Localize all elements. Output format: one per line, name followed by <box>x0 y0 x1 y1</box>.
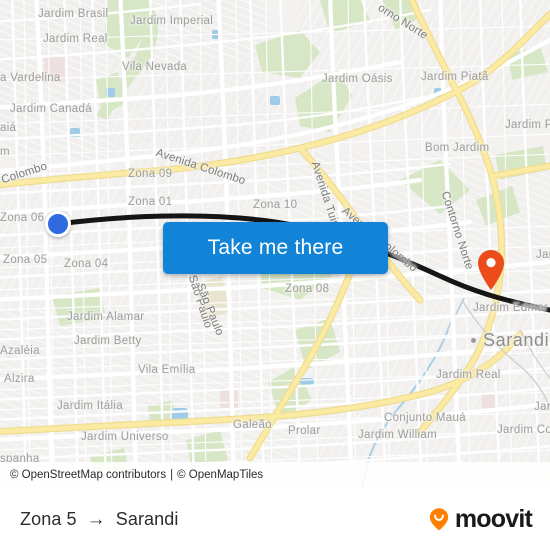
attribution-separator: | <box>170 469 174 481</box>
route-origin-label: Zona 5 <box>20 508 77 529</box>
destination-marker[interactable] <box>476 249 506 291</box>
attribution-osm[interactable]: © OpenStreetMap contributors <box>10 469 166 481</box>
map-share-card: Jardim Brasil Jardim Imperial Jardim Real V… <box>0 0 550 550</box>
route-destination-label: Sarandi <box>115 508 179 529</box>
footer-bar: Zona 5 → Sarandi moovit <box>0 488 550 550</box>
city-dot <box>471 338 476 343</box>
route-summary: Zona 5 → Sarandi <box>20 509 179 530</box>
take-me-there-button[interactable]: Take me there <box>163 222 388 274</box>
map-attribution: © OpenStreetMap contributors | © OpenMap… <box>0 462 550 488</box>
moovit-pin-icon <box>429 508 449 531</box>
attribution-tiles[interactable]: © OpenMapTiles <box>177 469 263 481</box>
map-canvas[interactable]: Jardim Brasil Jardim Imperial Jardim Real V… <box>0 0 550 488</box>
origin-marker[interactable] <box>45 211 71 237</box>
moovit-logo[interactable]: moovit <box>426 504 533 533</box>
arrow-right-icon: → <box>86 508 106 530</box>
moovit-wordmark: moovit <box>454 504 533 533</box>
map-pin-icon <box>478 250 504 290</box>
